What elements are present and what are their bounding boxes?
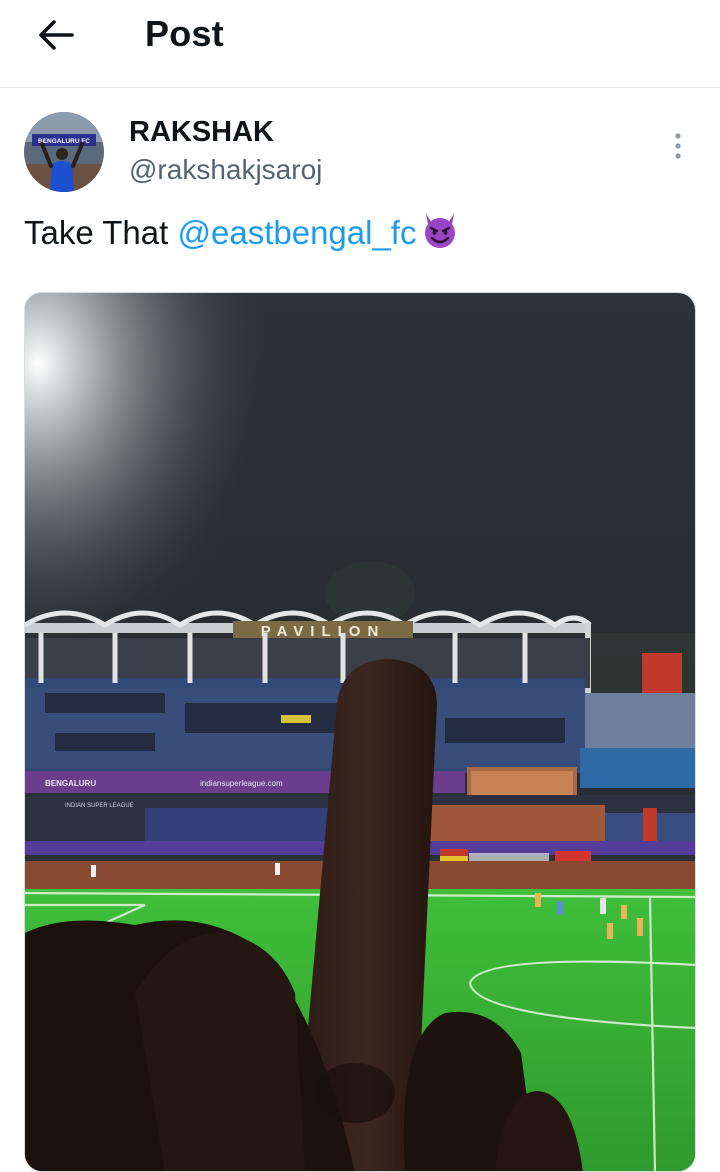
stadium-sign-text: PAVILION — [261, 623, 386, 640]
post-media-image[interactable]: PAVILION BENGALURU indiansuperleague.com… — [24, 292, 696, 1172]
more-vertical-icon — [675, 133, 681, 159]
post-author: BENGALURU FC RAKSHAK @rakshakjsaroj — [24, 112, 696, 194]
smiling-face-with-horns-icon — [420, 210, 460, 262]
league-board: INDIAN SUPER LEAGUE — [65, 803, 134, 809]
page-title: Post — [145, 13, 224, 54]
author-display-name[interactable]: RAKSHAK — [129, 116, 274, 149]
ad-board-2: indiansuperleague.com — [200, 779, 283, 788]
avatar[interactable]: BENGALURU FC — [24, 112, 104, 192]
mention-link[interactable]: @eastbengal_fc — [177, 214, 416, 251]
author-handle[interactable]: @rakshakjsaroj — [129, 154, 322, 186]
arrow-left-icon — [39, 20, 74, 50]
ad-board-1: BENGALURU — [45, 779, 96, 788]
post-text-prefix: Take That — [24, 214, 178, 251]
top-bar: Post — [0, 0, 720, 88]
post-text: Take That @eastbengal_fc — [24, 210, 696, 262]
back-button[interactable] — [30, 14, 82, 56]
more-options-button[interactable] — [660, 128, 696, 164]
